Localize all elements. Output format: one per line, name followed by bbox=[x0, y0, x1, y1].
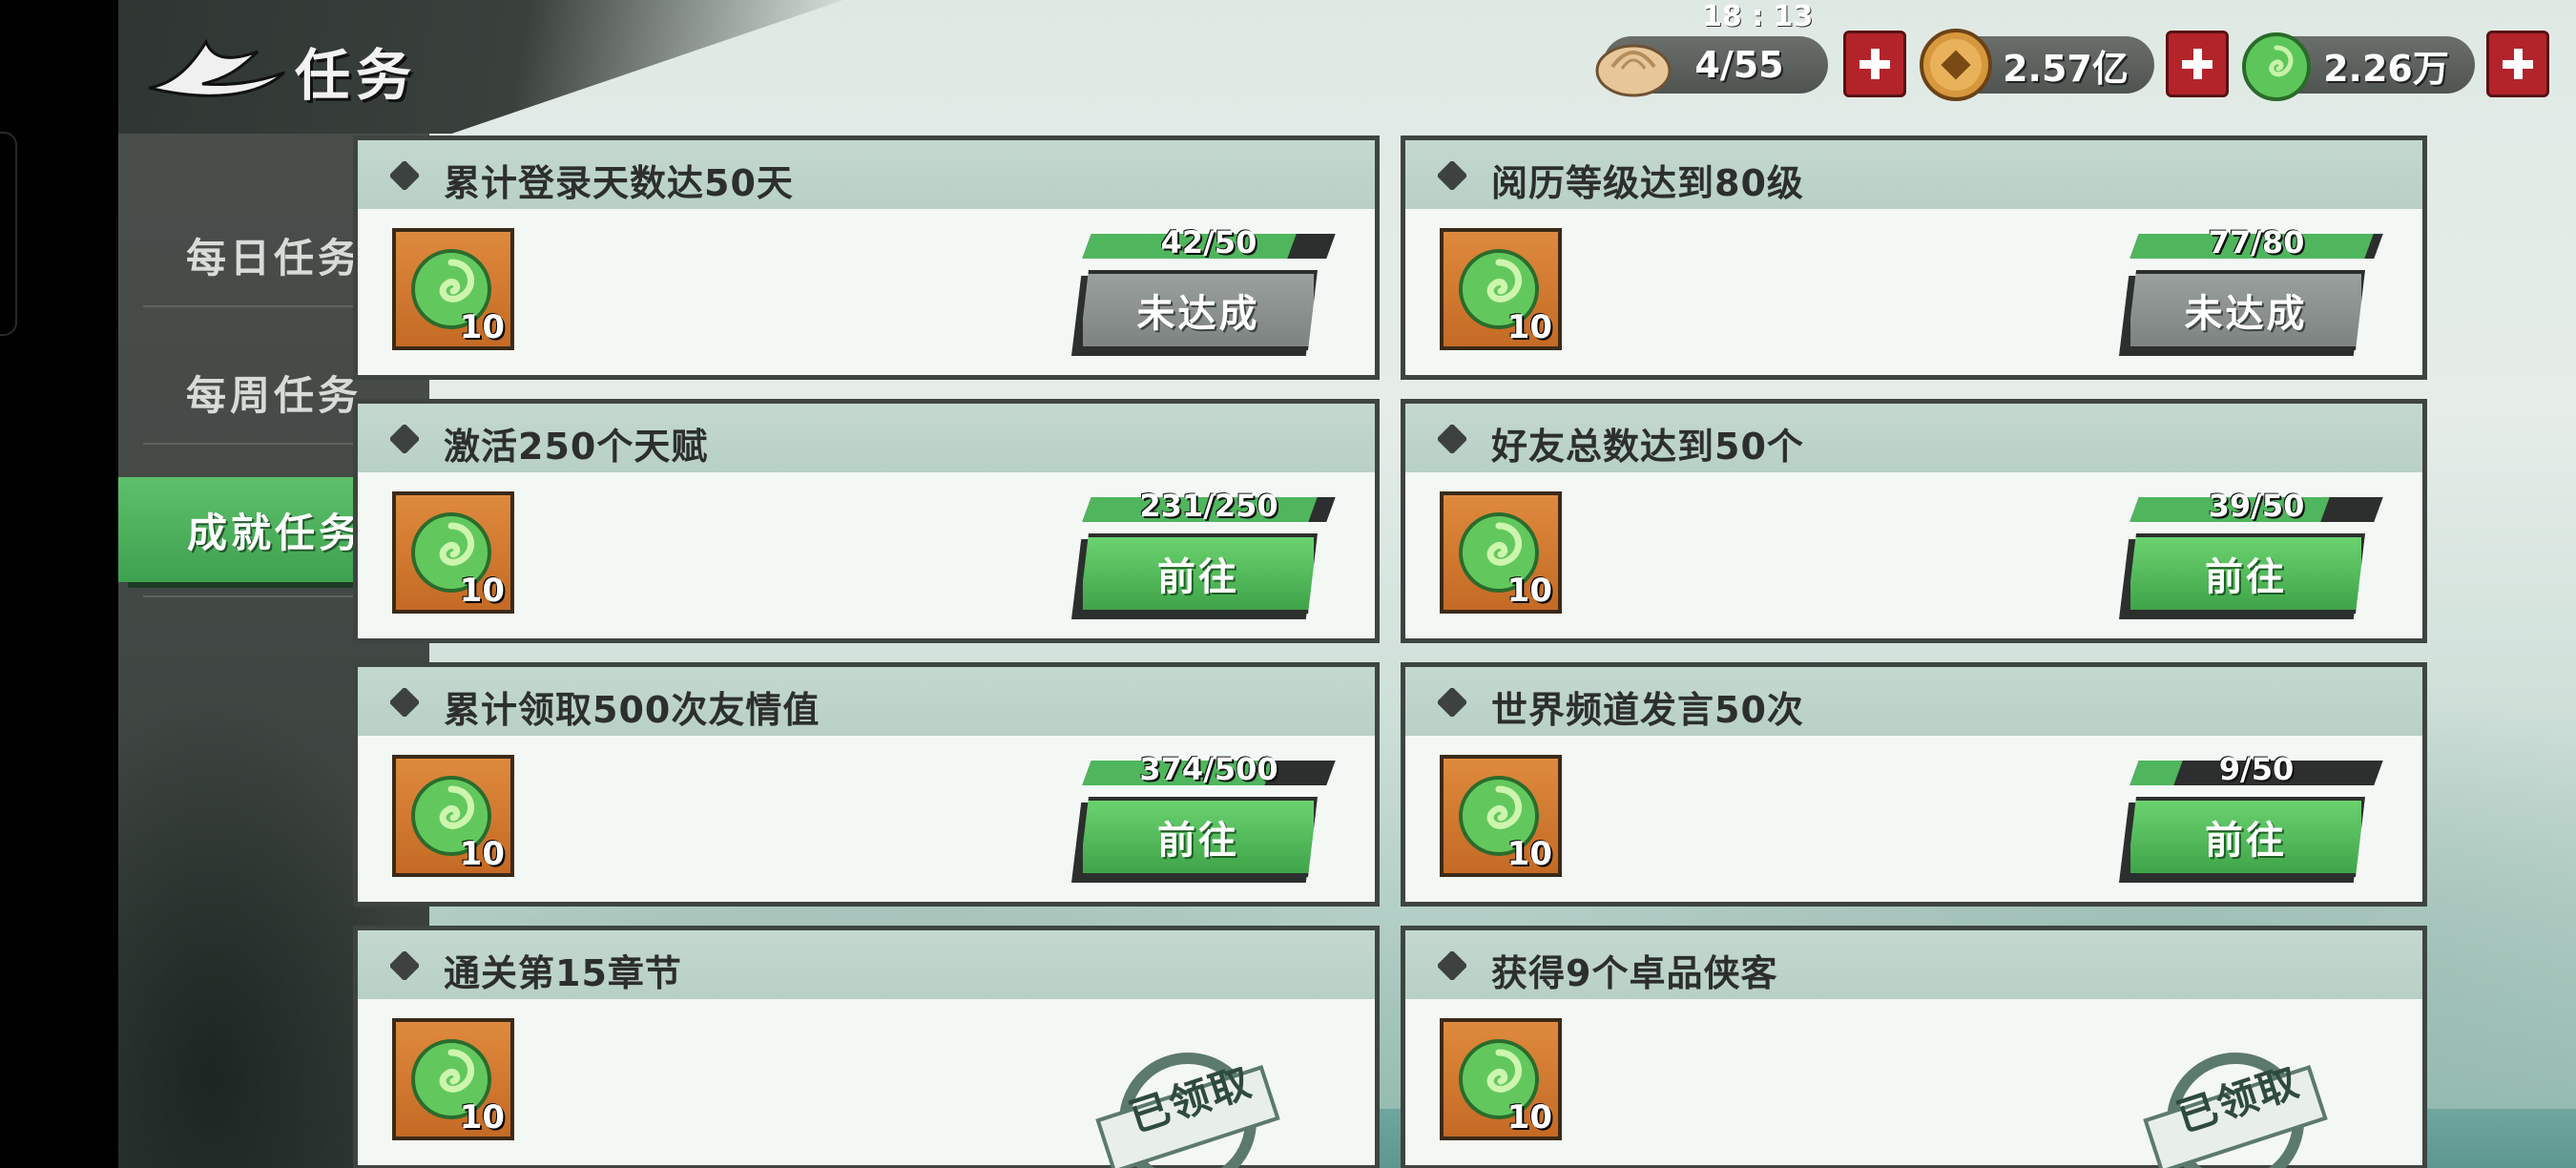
task-card: 激活250个天赋 10 231/250 前往 bbox=[353, 399, 1380, 643]
diamond-bullet-icon bbox=[390, 688, 419, 717]
screen-edge-marker bbox=[0, 132, 17, 336]
task-card: 累计登录天数达50天 10 42/50 未达成 bbox=[353, 136, 1380, 380]
reward-item[interactable]: 10 bbox=[1440, 755, 1562, 877]
status-time: 18 : 13 bbox=[1702, 0, 1814, 33]
diamond-bullet-icon bbox=[1438, 951, 1466, 980]
reward-item[interactable]: 10 bbox=[1440, 228, 1562, 350]
jade-value: 2.26万 bbox=[2323, 47, 2449, 90]
reward-item[interactable]: 10 bbox=[1440, 1018, 1562, 1140]
task-card-header: 激活250个天赋 bbox=[358, 404, 1375, 472]
app-window: 每日任务 每周任务 成就任务 任务 18 : 13 4/55 2.57亿 2.2… bbox=[118, 0, 2576, 1168]
reward-item[interactable]: 10 bbox=[392, 228, 514, 350]
progress-text: 374/500 bbox=[1139, 751, 1278, 787]
task-card-header: 世界频道发言50次 bbox=[1405, 667, 2422, 736]
task-card: 世界频道发言50次 10 9/50 前往 bbox=[1401, 662, 2427, 907]
reward-item[interactable]: 10 bbox=[392, 491, 514, 614]
task-title: 好友总数达到50个 bbox=[1491, 426, 1804, 468]
reward-count: 10 bbox=[459, 308, 505, 346]
stamina-value: 4/55 bbox=[1694, 44, 1784, 86]
page-title: 任务 bbox=[295, 43, 418, 108]
diamond-bullet-icon bbox=[1438, 688, 1466, 717]
reward-count: 10 bbox=[1506, 1098, 1552, 1137]
diamond-bullet-icon bbox=[1438, 161, 1466, 190]
progress-text: 9/50 bbox=[2218, 751, 2295, 787]
claimed-stamp: 已领取 bbox=[2140, 1035, 2331, 1168]
task-card: 累计领取500次友情值 10 374/500 前往 bbox=[353, 662, 1380, 907]
claimed-stamp: 已领取 bbox=[1092, 1035, 1283, 1168]
progress-text: 231/250 bbox=[1139, 488, 1278, 524]
incomplete-button[interactable]: 未达成 bbox=[2127, 270, 2365, 350]
steamed-bun-icon bbox=[1595, 44, 1672, 97]
task-card: 获得9个卓品侠客 10 已领取 bbox=[1401, 926, 2427, 1168]
task-card: 阅历等级达到80级 10 77/80 未达成 bbox=[1401, 136, 2427, 380]
task-card-header: 好友总数达到50个 bbox=[1405, 404, 2422, 472]
reward-count: 10 bbox=[459, 1098, 505, 1137]
diamond-bullet-icon bbox=[390, 161, 419, 190]
task-title: 累计登录天数达50天 bbox=[444, 162, 794, 204]
reward-count: 10 bbox=[1506, 308, 1552, 346]
tab-label: 成就任务 bbox=[186, 509, 363, 556]
reward-count: 10 bbox=[1506, 572, 1552, 610]
add-jade-button[interactable] bbox=[2486, 31, 2549, 97]
task-title: 通关第15章节 bbox=[444, 952, 682, 994]
coin-value: 2.57亿 bbox=[2003, 47, 2129, 90]
copper-coin-icon bbox=[1920, 29, 1992, 101]
task-card: 通关第15章节 10 已领取 bbox=[353, 926, 1380, 1168]
task-card-header: 获得9个卓品侠客 bbox=[1405, 930, 2422, 999]
task-card: 好友总数达到50个 10 39/50 前往 bbox=[1401, 399, 2427, 643]
go-button[interactable]: 前往 bbox=[1079, 533, 1318, 614]
reward-item[interactable]: 10 bbox=[392, 755, 514, 877]
task-card-header: 通关第15章节 bbox=[358, 930, 1375, 999]
reward-count: 10 bbox=[459, 572, 505, 610]
diamond-bullet-icon bbox=[390, 951, 419, 980]
incomplete-button[interactable]: 未达成 bbox=[1079, 270, 1318, 350]
task-title: 获得9个卓品侠客 bbox=[1491, 952, 1778, 994]
task-title: 世界频道发言50次 bbox=[1491, 689, 1804, 731]
task-card-header: 累计领取500次友情值 bbox=[358, 667, 1375, 736]
task-title: 累计领取500次友情值 bbox=[444, 689, 821, 731]
reward-count: 10 bbox=[459, 835, 505, 873]
jade-icon bbox=[2242, 32, 2311, 101]
add-stamina-button[interactable] bbox=[1843, 31, 1906, 97]
go-button[interactable]: 前往 bbox=[2127, 533, 2365, 614]
back-swallow-icon[interactable] bbox=[145, 29, 288, 105]
tab-label: 每日任务 bbox=[185, 234, 362, 282]
task-card-header: 阅历等级达到80级 bbox=[1405, 140, 2422, 209]
reward-item[interactable]: 10 bbox=[1440, 491, 1562, 614]
progress-text: 39/50 bbox=[2208, 488, 2305, 524]
tab-label: 每周任务 bbox=[185, 371, 362, 419]
task-card-header: 累计登录天数达50天 bbox=[358, 140, 1375, 209]
add-coin-button[interactable] bbox=[2166, 31, 2229, 97]
task-title: 激活250个天赋 bbox=[444, 426, 709, 468]
progress-text: 77/80 bbox=[2208, 224, 2305, 261]
task-title: 阅历等级达到80级 bbox=[1491, 162, 1804, 204]
diamond-bullet-icon bbox=[1438, 425, 1466, 453]
reward-count: 10 bbox=[1506, 835, 1552, 873]
go-button[interactable]: 前往 bbox=[1079, 797, 1318, 877]
go-button[interactable]: 前往 bbox=[2127, 797, 2365, 877]
diamond-bullet-icon bbox=[390, 425, 419, 453]
reward-item[interactable]: 10 bbox=[392, 1018, 514, 1140]
progress-text: 42/50 bbox=[1160, 224, 1257, 261]
